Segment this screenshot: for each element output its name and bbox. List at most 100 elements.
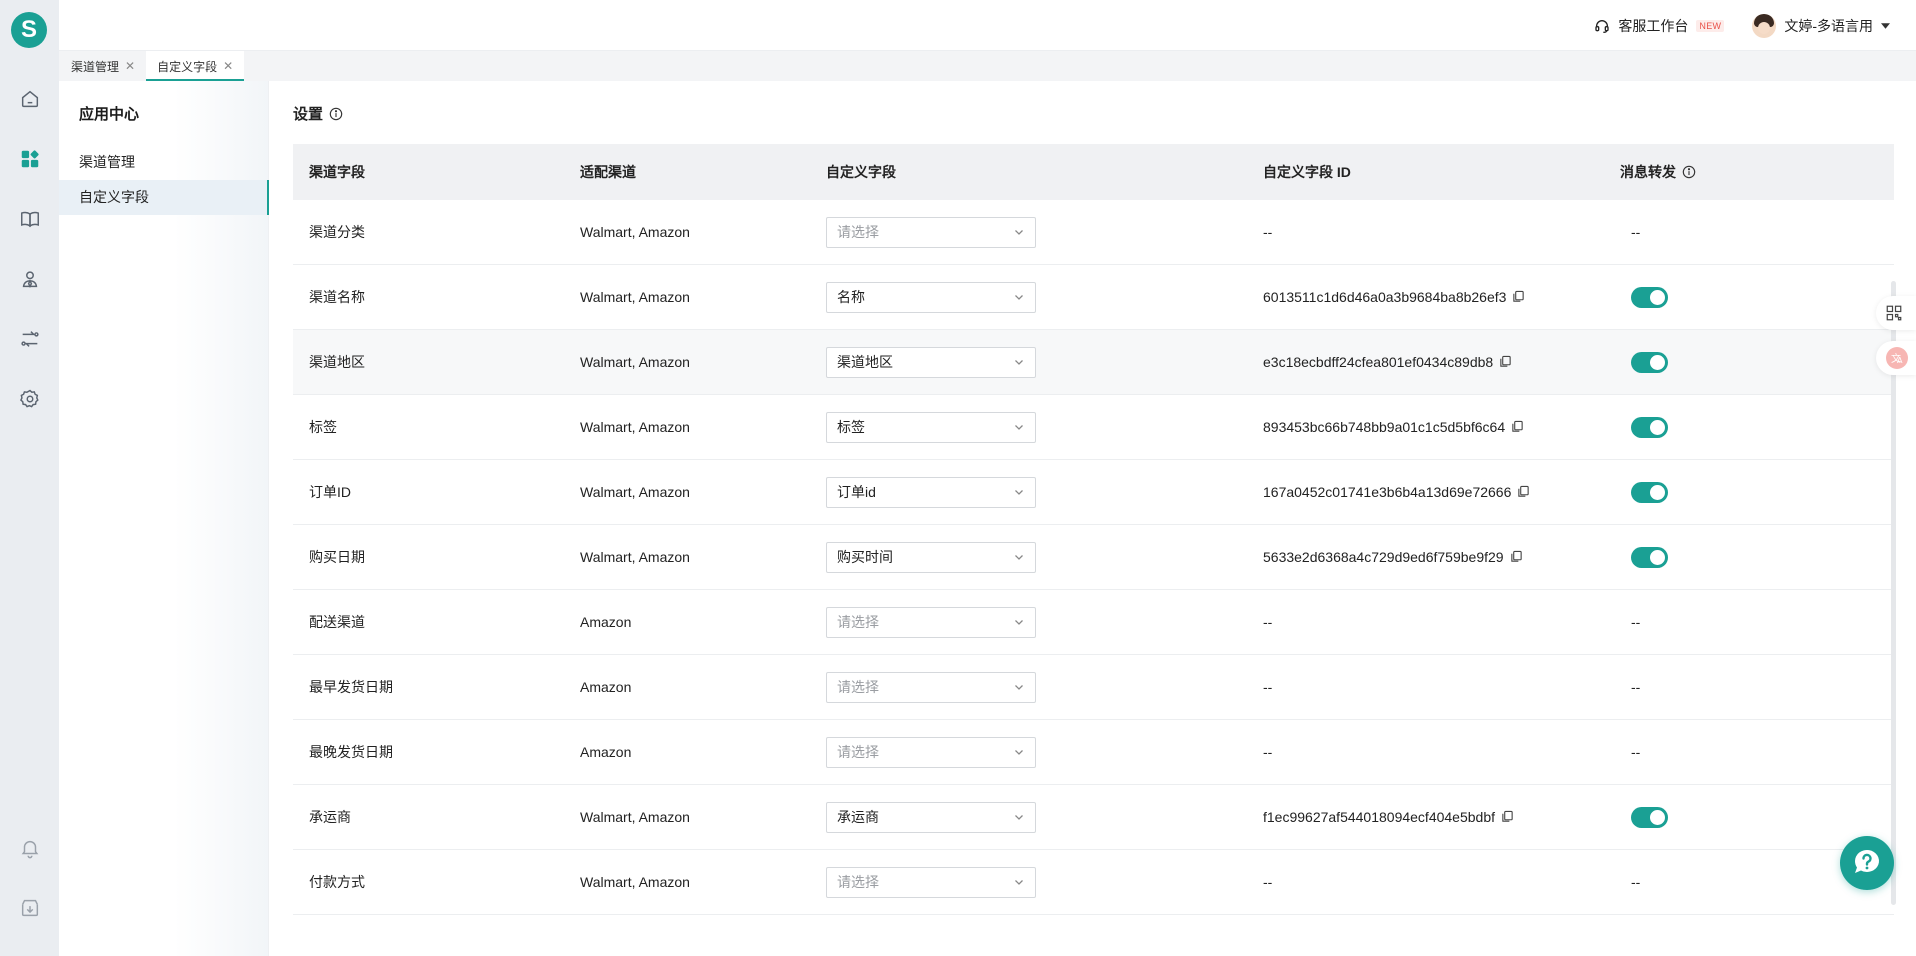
bell-icon[interactable]	[18, 836, 42, 860]
table-row: 付款方式 Walmart, Amazon 请选择 -- --	[293, 850, 1894, 915]
channels-cell: Walmart, Amazon	[580, 419, 690, 435]
chevron-down-icon	[1013, 421, 1025, 433]
copy-icon[interactable]	[1511, 420, 1525, 434]
custom-field-select[interactable]: 请选择	[826, 216, 1036, 248]
tab-channel-management[interactable]: 渠道管理 ✕	[60, 51, 146, 81]
channel-field-cell: 付款方式	[309, 874, 365, 890]
home-icon[interactable]	[18, 87, 42, 111]
routing-icon[interactable]	[18, 327, 42, 351]
custom-field-select[interactable]: 请选择	[826, 606, 1036, 638]
settings-icon[interactable]	[18, 387, 42, 411]
message-forward-cell	[1620, 351, 1894, 373]
book-icon[interactable]	[18, 207, 42, 231]
left-rail: S	[0, 0, 59, 956]
table-body: 渠道分类 Walmart, Amazon 请选择 -- -- 渠道名称 Walm…	[293, 200, 1894, 915]
user-icon[interactable]	[18, 267, 42, 291]
copy-icon[interactable]	[1499, 355, 1513, 369]
chevron-down-icon	[1013, 681, 1025, 693]
copy-icon[interactable]	[1517, 485, 1531, 499]
message-forward-cell	[1620, 286, 1894, 308]
sidebar-item-custom-fields[interactable]: 自定义字段	[59, 180, 269, 215]
custom-field-select[interactable]: 渠道地区	[826, 346, 1036, 378]
custom-field-id-cell: 5633e2d6368a4c729d9ed6f759be9f29	[1263, 549, 1620, 565]
tab-custom-fields[interactable]: 自定义字段 ✕	[146, 51, 245, 81]
custom-field-select[interactable]: 请选择	[826, 866, 1036, 898]
sidebar-title: 应用中心	[79, 106, 140, 123]
table-row: 最早发货日期 Amazon 请选择 -- --	[293, 655, 1894, 720]
channels-cell: Amazon	[580, 679, 632, 695]
forward-toggle[interactable]	[1631, 351, 1668, 373]
custom-field-select[interactable]: 承运商	[826, 801, 1036, 833]
chevron-down-icon	[1013, 551, 1025, 563]
workbench-link[interactable]: 客服工作台 NEW	[1594, 16, 1725, 36]
custom-field-id-value: --	[1263, 874, 1273, 890]
tab-label: 自定义字段	[157, 59, 218, 74]
custom-field-value: 请选择	[837, 224, 879, 240]
custom-field-id-value: --	[1263, 614, 1273, 630]
main-content: 设置 渠道字段 适配渠道 自定义字段 自定义字段 ID 消息转发 渠道分类 Wa…	[269, 81, 1916, 956]
forward-toggle[interactable]	[1631, 286, 1668, 308]
channels-cell: Amazon	[580, 744, 632, 760]
chevron-down-icon	[1013, 746, 1025, 758]
message-forward-cell	[1620, 806, 1894, 828]
custom-field-select[interactable]: 标签	[826, 411, 1036, 443]
channel-field-cell: 渠道名称	[309, 289, 365, 305]
workbench-label: 客服工作台	[1618, 17, 1689, 34]
custom-field-select[interactable]: 请选择	[826, 671, 1036, 703]
sidebar-item-channel-management[interactable]: 渠道管理	[59, 145, 269, 180]
custom-field-id-value: 893453bc66b748bb9a01c1c5d5bf6c64	[1263, 419, 1506, 435]
app-logo[interactable]: S	[11, 12, 47, 48]
info-icon[interactable]	[1682, 165, 1696, 179]
chevron-down-icon	[1013, 226, 1025, 238]
custom-field-select[interactable]: 名称	[826, 281, 1036, 313]
channel-field-cell: 标签	[309, 419, 337, 435]
message-forward-cell	[1620, 546, 1894, 568]
download-icon[interactable]	[18, 896, 42, 920]
info-icon[interactable]	[329, 107, 343, 121]
table-row: 渠道分类 Walmart, Amazon 请选择 -- --	[293, 200, 1894, 265]
custom-field-select[interactable]: 请选择	[826, 736, 1036, 768]
forward-toggle[interactable]	[1631, 806, 1668, 828]
user-menu[interactable]: 文婷-多语言用	[1752, 13, 1890, 38]
forward-empty: --	[1631, 744, 1641, 760]
col-custom-field: 自定义字段	[826, 164, 896, 180]
custom-field-value: 承运商	[837, 809, 879, 825]
qr-tool-button[interactable]	[1876, 296, 1916, 330]
close-icon[interactable]: ✕	[125, 59, 135, 73]
custom-field-select[interactable]: 订单id	[826, 476, 1036, 508]
custom-field-id-value: e3c18ecbdff24cfea801ef0434c89db8	[1263, 354, 1494, 370]
forward-empty: --	[1631, 679, 1641, 695]
channels-cell: Walmart, Amazon	[580, 289, 690, 305]
close-icon[interactable]: ✕	[223, 59, 233, 73]
forward-toggle[interactable]	[1631, 481, 1668, 503]
copy-icon[interactable]	[1512, 290, 1526, 304]
channel-field-cell: 最晚发货日期	[309, 744, 393, 760]
message-forward-cell: --	[1620, 679, 1894, 695]
custom-field-id-value: f1ec99627af544018094ecf404e5bdbf	[1263, 809, 1495, 825]
page-title: 设置	[293, 103, 343, 124]
caret-down-icon	[1881, 22, 1890, 29]
custom-field-id-value: --	[1263, 679, 1273, 695]
channel-field-cell: 承运商	[309, 809, 351, 825]
channel-field-cell: 渠道分类	[309, 224, 365, 240]
custom-field-cell: 请选择	[826, 606, 1263, 638]
custom-field-cell: 请选择	[826, 866, 1263, 898]
page-title-text: 设置	[293, 106, 324, 123]
custom-field-cell: 请选择	[826, 671, 1263, 703]
forward-toggle[interactable]	[1631, 416, 1668, 438]
apps-icon[interactable]	[18, 147, 42, 171]
copy-icon[interactable]	[1501, 810, 1515, 824]
copy-icon[interactable]	[1510, 550, 1524, 564]
channels-cell: Amazon	[580, 614, 632, 630]
help-button[interactable]	[1840, 836, 1894, 890]
tab-label: 渠道管理	[71, 59, 120, 74]
custom-field-id-value: 5633e2d6368a4c729d9ed6f759be9f29	[1263, 549, 1504, 565]
translate-tool-icon: 文A	[1885, 346, 1909, 370]
custom-field-select[interactable]: 购买时间	[826, 541, 1036, 573]
table-row: 渠道名称 Walmart, Amazon 名称 6013511c1d6d46a0…	[293, 265, 1894, 330]
help-icon	[1850, 846, 1884, 880]
chevron-down-icon	[1013, 356, 1025, 368]
svg-text:A: A	[1897, 356, 1903, 365]
translate-tool-button[interactable]: 文A	[1876, 341, 1916, 375]
forward-toggle[interactable]	[1631, 546, 1668, 568]
